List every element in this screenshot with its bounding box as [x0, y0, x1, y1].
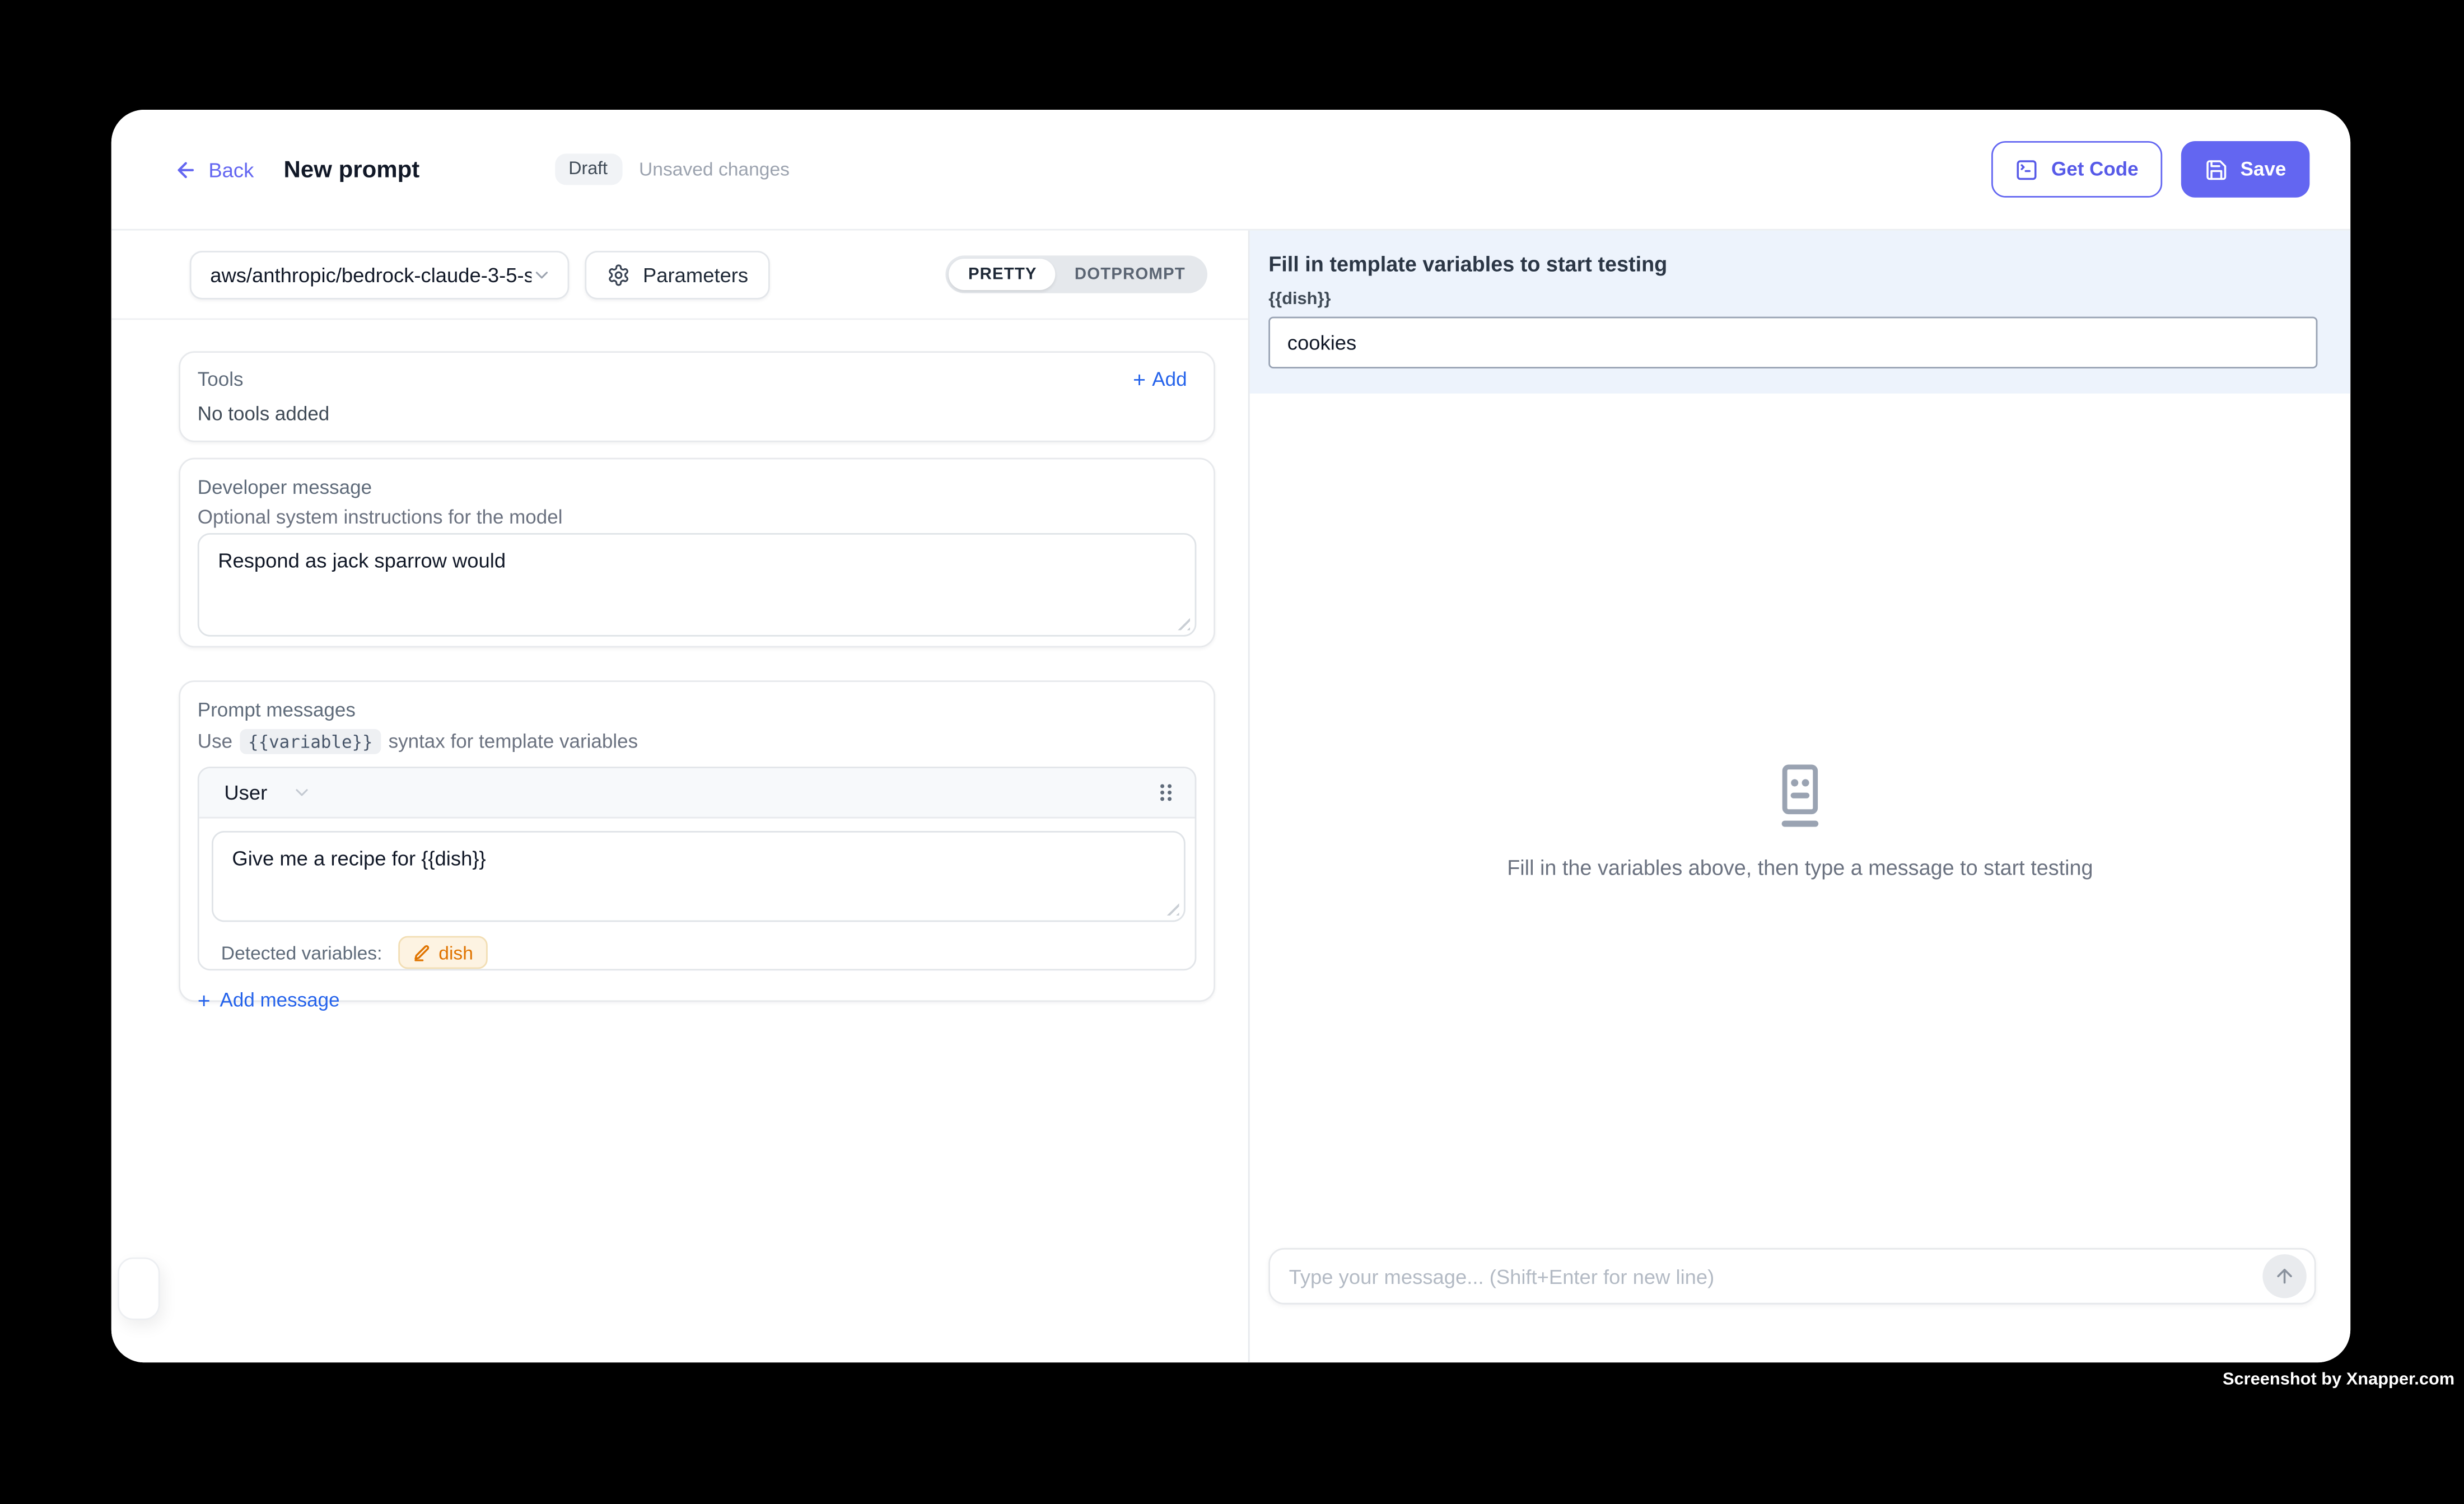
chat-empty-state: Fill in the variables above, then type a…: [1250, 764, 2351, 880]
send-button[interactable]: [2262, 1254, 2306, 1298]
chevron-down-icon: [531, 264, 552, 284]
watermark-text: Screenshot by Xnapper.com: [2223, 1370, 2454, 1389]
editor-panel: aws/anthropic/bedrock-claude-3-5-s... Pa…: [111, 231, 1248, 1363]
app-window: Back New prompt Draft Unsaved changes Ge…: [111, 110, 2350, 1362]
subtitle-prefix: Use: [198, 731, 232, 753]
plus-icon: +: [198, 989, 211, 1011]
back-label: Back: [208, 157, 254, 181]
tools-title: Tools: [198, 368, 244, 390]
model-selector[interactable]: aws/anthropic/bedrock-claude-3-5-s...: [190, 250, 570, 299]
add-tool-button[interactable]: + Add: [1133, 368, 1187, 390]
terminal-icon: [2015, 157, 2039, 181]
gear-icon: [607, 263, 631, 286]
save-button[interactable]: Save: [2181, 141, 2309, 198]
message-header: User: [199, 768, 1195, 819]
developer-message-card: Developer message Optional system instru…: [179, 458, 1215, 648]
tools-empty-text: No tools added: [198, 403, 1187, 425]
save-label: Save: [2241, 158, 2286, 180]
view-toggle: PRETTY DOTPROMPT: [946, 255, 1207, 293]
detected-variables-label: Detected variables:: [221, 941, 382, 963]
variable-badge-label: dish: [438, 941, 473, 963]
get-code-button[interactable]: Get Code: [1992, 141, 2162, 198]
test-panel-title: Fill in template variables to start test…: [1268, 253, 2316, 276]
bot-icon: [1772, 764, 1828, 830]
toggle-dotprompt[interactable]: DOTPROMPT: [1056, 259, 1204, 290]
unsaved-changes-text: Unsaved changes: [639, 158, 790, 180]
developer-subtitle: Optional system instructions for the mod…: [198, 506, 1197, 528]
cropped-popover: [118, 1258, 160, 1320]
detected-variables-row: Detected variables: dish: [212, 922, 1182, 969]
plus-icon: +: [1133, 368, 1146, 390]
add-message-label: Add message: [220, 989, 340, 1011]
edit-pencil-icon: [412, 943, 431, 962]
developer-title: Developer message: [198, 477, 1197, 498]
get-code-label: Get Code: [2051, 158, 2139, 180]
parameters-label: Parameters: [643, 263, 748, 286]
chevron-down-icon: [292, 782, 312, 802]
arrow-up-icon: [2274, 1265, 2295, 1287]
chat-message-input[interactable]: [1289, 1264, 2263, 1288]
add-message-button[interactable]: + Add message: [198, 989, 340, 1011]
variable-syntax-chip: {{variable}}: [240, 729, 381, 754]
top-bar: Back New prompt Draft Unsaved changes Ge…: [111, 110, 2350, 231]
chat-input-container: [1268, 1248, 2316, 1305]
status-badge: Draft: [554, 153, 622, 185]
user-message-textarea[interactable]: Give me a recipe for {{dish}}: [212, 831, 1186, 922]
editor-cards: Tools + Add No tools added Developer mes…: [111, 320, 1248, 1002]
role-value: User: [224, 781, 267, 804]
template-variables-section: Fill in template variables to start test…: [1250, 231, 2351, 394]
arrow-left-icon: [174, 157, 198, 181]
model-toolbar: aws/anthropic/bedrock-claude-3-5-s... Pa…: [111, 231, 1248, 320]
back-button[interactable]: Back: [174, 157, 254, 181]
message-body: Give me a recipe for {{dish}} Detected v…: [199, 819, 1195, 969]
save-icon: [2204, 157, 2228, 181]
prompt-messages-subtitle: Use {{variable}} syntax for template var…: [198, 729, 1197, 754]
drag-handle-icon[interactable]: [1156, 781, 1176, 804]
variable-badge-dish[interactable]: dish: [398, 936, 487, 969]
page-title: New prompt: [284, 156, 420, 183]
chat-empty-text: Fill in the variables above, then type a…: [1507, 856, 2093, 880]
tools-card: Tools + Add No tools added: [179, 351, 1215, 442]
variable-name-label: {{dish}}: [1268, 290, 2316, 309]
subtitle-suffix: syntax for template variables: [389, 731, 638, 753]
test-panel: Fill in template variables to start test…: [1248, 231, 2350, 1363]
developer-message-textarea[interactable]: Respond as jack sparrow would: [198, 533, 1197, 637]
model-value: aws/anthropic/bedrock-claude-3-5-s...: [210, 263, 531, 286]
parameters-button[interactable]: Parameters: [585, 250, 770, 299]
prompt-messages-title: Prompt messages: [198, 699, 1197, 721]
screenshot-background: Back New prompt Draft Unsaved changes Ge…: [0, 0, 2464, 1504]
toggle-pretty[interactable]: PRETTY: [949, 259, 1056, 290]
message-block: User Give me a recipe for {{: [198, 767, 1197, 970]
role-selector[interactable]: User: [224, 781, 312, 804]
prompt-messages-card: Prompt messages Use {{variable}} syntax …: [179, 680, 1215, 1002]
add-tool-label: Add: [1152, 368, 1187, 390]
variable-value-input[interactable]: [1268, 317, 2317, 368]
